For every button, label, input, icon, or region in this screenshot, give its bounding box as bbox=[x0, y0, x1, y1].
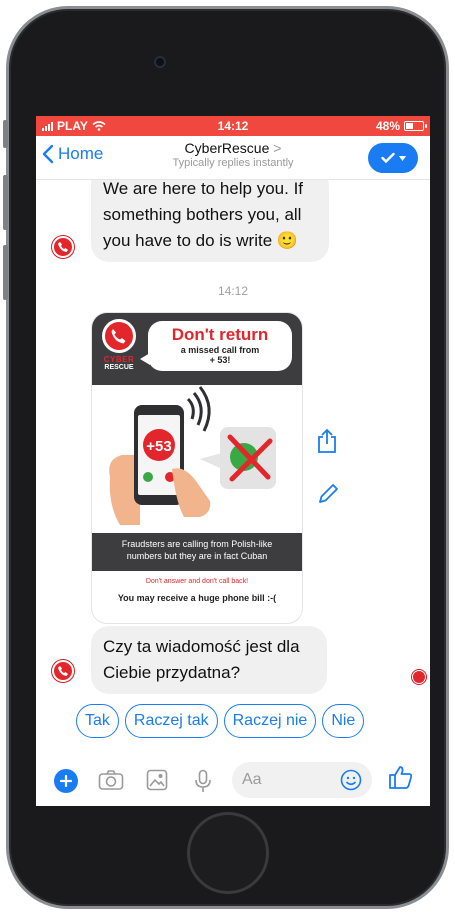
chat-area: We are here to help you. If something bo… bbox=[36, 180, 430, 750]
title-chevron: > bbox=[273, 140, 282, 156]
nav-bar: Home CyberRescue > Typically replies ins… bbox=[36, 136, 430, 180]
message-bubble[interactable]: Czy ta wiadomość jest dla Ciebie przydat… bbox=[91, 626, 327, 694]
caller-number: +53 bbox=[146, 438, 171, 455]
card-subtitle-line1: a missed call from bbox=[180, 345, 260, 355]
back-button[interactable]: Home bbox=[42, 144, 103, 164]
carrier-label: PLAY bbox=[57, 119, 88, 133]
home-button[interactable] bbox=[187, 812, 269, 894]
quick-reply-tak[interactable]: Tak bbox=[76, 704, 119, 738]
screen: PLAY 14:12 48% Home CyberRescue > Typica… bbox=[36, 116, 430, 806]
verified-menu-button[interactable] bbox=[368, 143, 418, 173]
message-line: you have to do is write 🙂 bbox=[103, 231, 299, 250]
checkmark-icon bbox=[380, 152, 395, 164]
card-title: Don't return bbox=[171, 325, 269, 344]
card-banner: Fraudsters are calling from Polish-like … bbox=[92, 533, 302, 571]
message-input-placeholder: Aa bbox=[242, 771, 262, 788]
read-receipt-avatar bbox=[412, 670, 426, 684]
brand-name-line1: CYBER bbox=[103, 355, 135, 364]
message-bubble[interactable]: We are here to help you. If something bo… bbox=[91, 180, 329, 262]
camera-icon[interactable] bbox=[98, 769, 124, 791]
mute-switch bbox=[3, 120, 8, 148]
quick-reply-nie[interactable]: Nie bbox=[322, 704, 365, 738]
speech-bubble: Don't return a missed call from + 53! bbox=[140, 321, 292, 371]
message-input[interactable]: Aa bbox=[232, 762, 372, 798]
battery-percent: 48% bbox=[375, 119, 400, 133]
message-line: something bothers you, all bbox=[103, 205, 302, 224]
chevron-left-icon bbox=[42, 144, 54, 164]
message-timestamp: 14:12 bbox=[217, 284, 249, 298]
message-line: Ciebie przydatna? bbox=[103, 663, 241, 682]
plus-icon[interactable] bbox=[54, 769, 78, 793]
brand-name-line2: RESCUE bbox=[104, 364, 134, 371]
cyberrescue-logo bbox=[102, 319, 136, 353]
wifi-icon bbox=[92, 121, 106, 131]
message-line: Czy ta wiadomość jest dla bbox=[103, 637, 300, 656]
status-bar: PLAY 14:12 48% bbox=[36, 116, 430, 136]
thumbs-up-icon[interactable] bbox=[388, 764, 414, 790]
avatar[interactable] bbox=[52, 236, 74, 258]
battery-icon bbox=[404, 121, 427, 131]
card-warning: Don't answer and don't call back! bbox=[145, 578, 249, 585]
phone-icon bbox=[58, 666, 68, 676]
page-title: CyberRescue bbox=[184, 140, 270, 156]
microphone-icon[interactable] bbox=[194, 769, 212, 793]
back-label: Home bbox=[58, 144, 104, 163]
card-bill-note: You may receive a huge phone bill :-( bbox=[117, 593, 277, 603]
image-attachment[interactable]: CYBER RESCUE Don't return a missed call … bbox=[91, 312, 303, 624]
share-button[interactable] bbox=[316, 428, 338, 459]
phone-illustration: +53 bbox=[92, 385, 302, 533]
caret-down-icon bbox=[398, 155, 406, 161]
page-subtitle: Typically replies instantly bbox=[172, 157, 294, 169]
card-banner-line1: Fraudsters are calling from Polish-like bbox=[121, 539, 273, 549]
quick-reply-raczej-tak[interactable]: Raczej tak bbox=[124, 704, 218, 738]
conversation-header[interactable]: CyberRescue > Typically replies instantl… bbox=[131, 140, 335, 169]
pencil-icon bbox=[319, 484, 338, 503]
avatar[interactable] bbox=[52, 660, 74, 682]
quick-reply-raczej-nie[interactable]: Raczej nie bbox=[223, 704, 317, 738]
card-banner-line2: numbers but they are in fact Cuban bbox=[126, 551, 268, 561]
volume-up-button bbox=[3, 175, 8, 230]
signal-icon bbox=[42, 121, 53, 131]
image-icon[interactable] bbox=[146, 769, 168, 791]
composer-bar: Aa bbox=[36, 756, 430, 806]
emoji-icon[interactable] bbox=[340, 769, 362, 791]
volume-down-button bbox=[3, 245, 8, 300]
quick-replies: Tak Raczej tak Raczej nie Nie bbox=[76, 704, 365, 738]
card-header: CYBER RESCUE Don't return a missed call … bbox=[92, 313, 302, 385]
front-camera bbox=[154, 56, 166, 68]
message-line: We are here to help you. If bbox=[103, 180, 304, 198]
card-subtitle-line2: + 53! bbox=[209, 355, 231, 365]
share-icon bbox=[318, 428, 336, 453]
phone-icon bbox=[58, 242, 68, 252]
edit-button[interactable] bbox=[316, 482, 340, 511]
